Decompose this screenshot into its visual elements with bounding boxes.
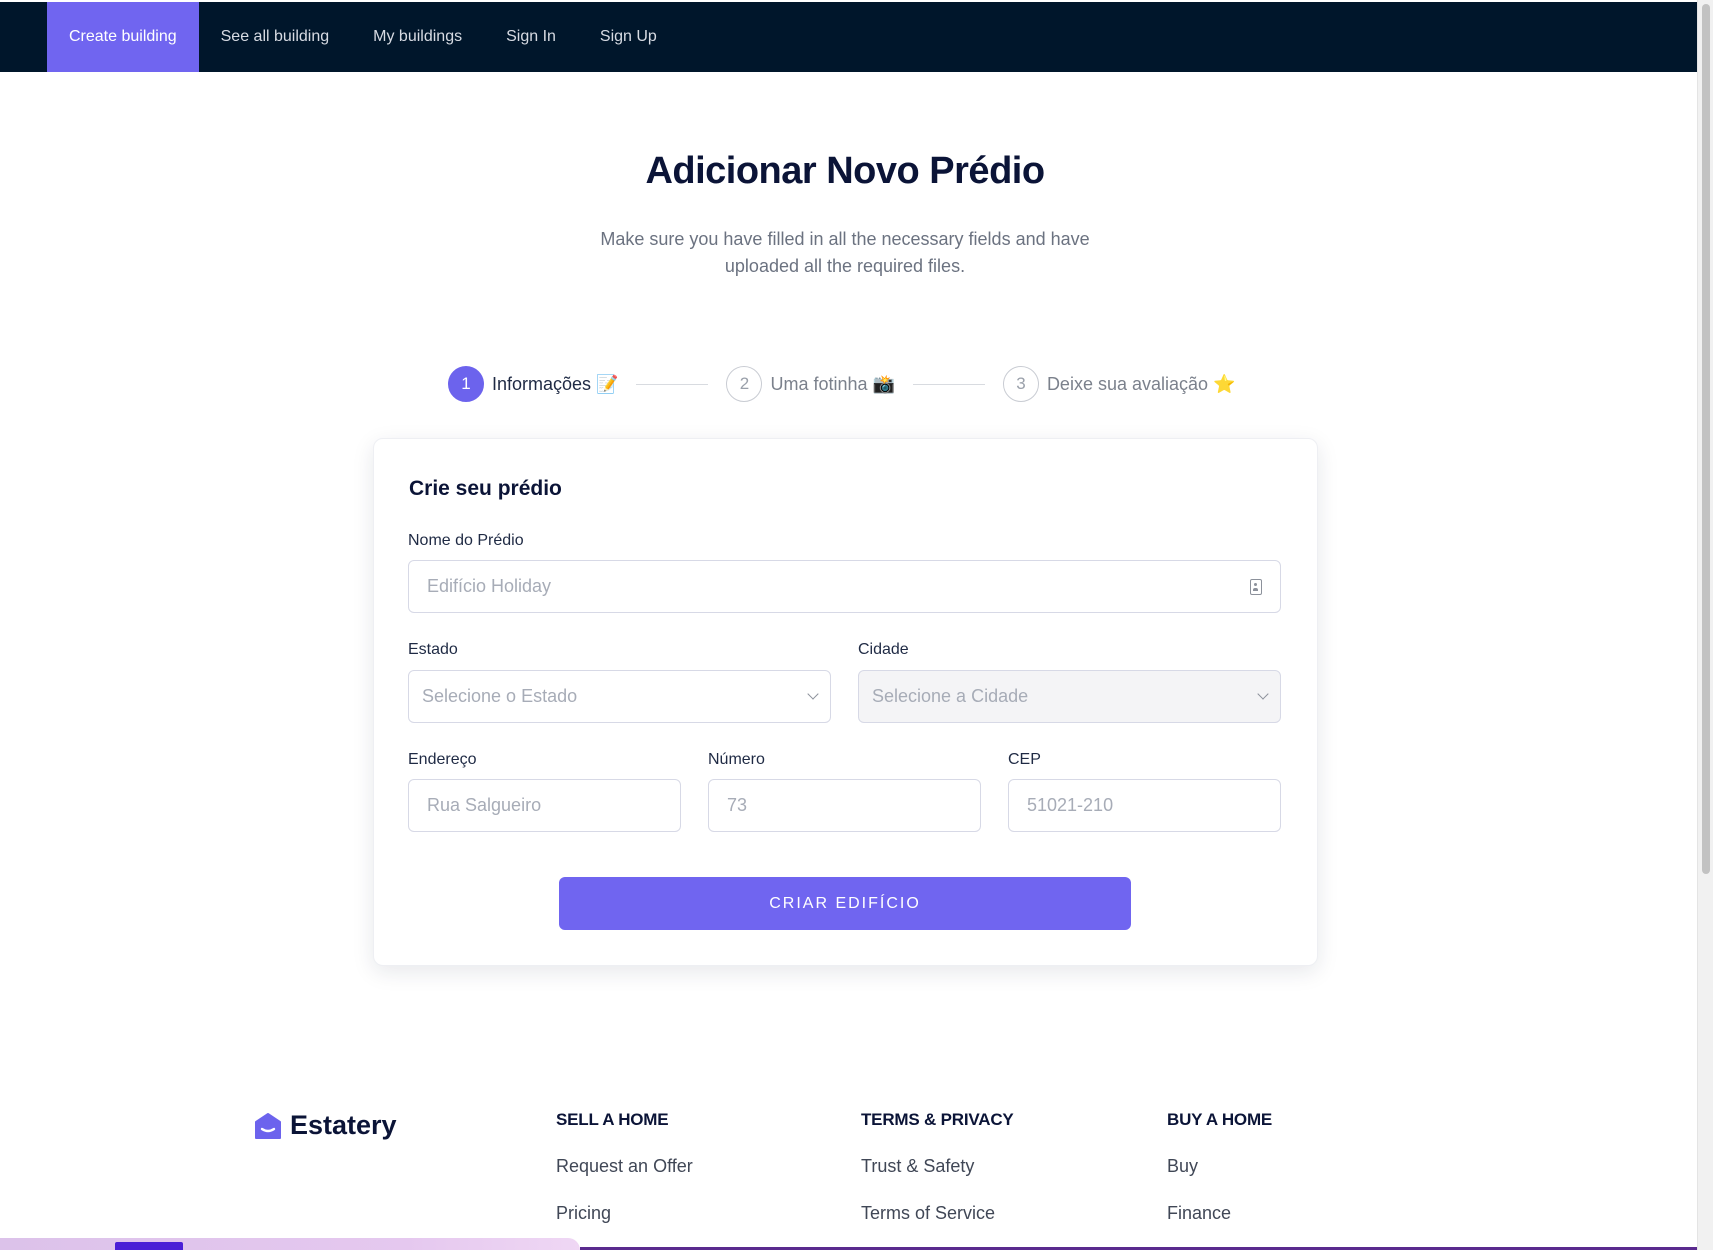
create-building-button[interactable]: CRIAR EDIFÍCIO [559,877,1131,930]
address-input[interactable]: Rua Salgueiro [408,779,681,832]
state-select[interactable]: Selecione o Estado [408,670,831,723]
number-label: Número [708,751,765,768]
state-placeholder: Selecione o Estado [422,686,578,706]
step-connector [912,383,985,385]
brand-name: Estatery [290,1110,397,1140]
number-input[interactable]: 73 [708,779,981,832]
page-subtitle: Make sure you have filled in all the nec… [600,229,1090,276]
address-label: Endereço [408,751,477,768]
step-number: 1 [448,366,484,402]
footer-link-request-offer[interactable]: Request an Offer [556,1156,693,1177]
step-avaliacao[interactable]: 3 Deixe sua avaliação ⭐ [1002,366,1236,402]
create-building-card: Crie seu prédio Nome do Prédio Edifício … [373,438,1318,966]
id-badge-icon [1250,578,1262,595]
footer-col-terms: TERMS & PRIVACY Trust & Safety Terms of … [861,1110,1014,1224]
house-logo-icon [255,1112,281,1139]
footer-col-buy: BUY A HOME Buy Finance [1167,1110,1272,1224]
footer-heading: SELL A HOME [556,1110,669,1129]
form-title: Crie seu prédio [409,477,562,500]
footer-link-finance[interactable]: Finance [1167,1203,1272,1224]
building-name-placeholder: Edifício Holiday [427,576,552,596]
city-select[interactable]: Selecione a Cidade [858,670,1281,723]
chevron-down-icon [807,688,819,700]
nav-create-building[interactable]: Create building [47,2,199,72]
bottom-overlay-tab[interactable] [115,1242,183,1250]
step-number: 2 [726,366,763,402]
footer-link-trust-safety[interactable]: Trust & Safety [861,1156,1014,1177]
step-foto[interactable]: 2 Uma fotinha 📸 [726,366,895,402]
footer-heading: TERMS & PRIVACY [861,1110,1014,1129]
nav-sign-up[interactable]: Sign Up [578,2,679,72]
cep-input[interactable]: 51021-210 [1008,779,1281,832]
building-name-input[interactable]: Edifício Holiday [408,560,1281,613]
city-placeholder: Selecione a Cidade [872,686,1029,706]
brand-logo[interactable]: Estatery [254,1110,397,1141]
cep-label: CEP [1008,751,1041,768]
footer-link-buy[interactable]: Buy [1167,1156,1272,1177]
scrollbar-thumb[interactable] [1702,4,1710,874]
footer-heading: BUY A HOME [1167,1110,1273,1129]
nav-see-all-building[interactable]: See all building [199,2,352,72]
page-title: Adicionar Novo Prédio [645,150,1045,192]
bottom-overlay-bar [0,1238,580,1250]
footer-col-sell: SELL A HOME Request an Offer Pricing [556,1110,693,1224]
address-placeholder: Rua Salgueiro [427,795,542,815]
page-scrollbar[interactable] [1697,0,1713,1250]
step-informacoes[interactable]: 1 Informações 📝 [448,366,618,402]
number-placeholder: 73 [727,795,748,815]
top-nav: Create building See all building My buil… [0,2,1697,72]
city-label: Cidade [858,641,909,658]
step-label: Deixe sua avaliação ⭐ [1046,373,1236,394]
state-label: Estado [408,641,458,658]
step-number: 3 [1002,366,1039,402]
cep-placeholder: 51021-210 [1027,795,1114,815]
footer-link-terms-of-service[interactable]: Terms of Service [861,1203,1014,1224]
form-stepper: 1 Informações 📝 2 Uma fotinha 📸 3 Deixe … [448,366,1235,402]
step-connector [636,383,709,385]
nav-my-buildings[interactable]: My buildings [351,2,484,72]
footer-link-pricing[interactable]: Pricing [556,1203,693,1224]
chevron-down-icon [1257,688,1269,700]
building-name-label: Nome do Prédio [408,532,524,549]
nav-sign-in[interactable]: Sign In [484,2,578,72]
step-label: Uma fotinha 📸 [770,373,895,394]
step-label: Informações 📝 [492,373,619,394]
